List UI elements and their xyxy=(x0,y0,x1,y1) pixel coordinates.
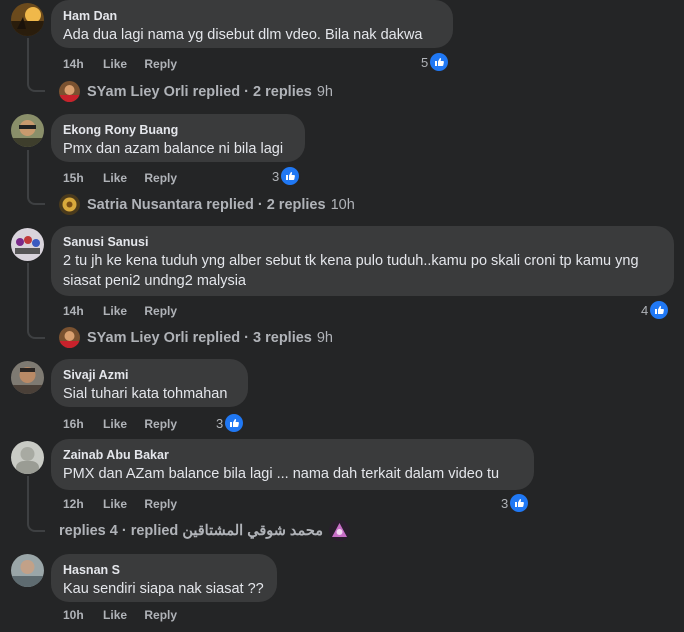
comment-author[interactable]: Sanusi Sanusi xyxy=(63,234,662,250)
comment-text: PMX dan AZam balance bila lagi ... nama … xyxy=(63,466,500,482)
comment-actions: 15h Like Reply xyxy=(63,171,191,185)
view-replies-link[interactable]: SYam Liey Orli replied · 3 replies 9h xyxy=(59,327,333,348)
comment-actions: 14h Like Reply xyxy=(63,304,191,318)
avatar xyxy=(59,81,80,102)
avatar[interactable] xyxy=(11,441,44,474)
avatar xyxy=(59,327,80,348)
comment-actions: 16h Like Reply xyxy=(63,417,191,431)
like-button[interactable]: Like xyxy=(103,304,127,318)
comment-time[interactable]: 14h xyxy=(63,57,84,71)
comment-text: Sial tuhari kata tohmahan xyxy=(63,386,228,402)
comment-bubble: Ekong Rony Buang Pmx dan azam balance ni… xyxy=(51,114,305,162)
like-button[interactable]: Like xyxy=(103,171,127,185)
avatar[interactable] xyxy=(11,361,44,394)
avatar[interactable] xyxy=(11,228,44,261)
comment-author[interactable]: Ekong Rony Buang xyxy=(63,122,293,138)
comment-time[interactable]: 16h xyxy=(63,417,84,431)
thumbs-up-icon xyxy=(430,53,449,71)
view-replies-link[interactable]: replies 4 · replied محمد شوقي المشتاقين xyxy=(59,520,351,541)
thread-elbow xyxy=(27,327,45,339)
comment-text: Kau sendiri siapa nak siasat ?? xyxy=(63,581,264,597)
comment-time[interactable]: 12h xyxy=(63,497,84,511)
thumbs-up-icon xyxy=(281,167,300,185)
avatar[interactable] xyxy=(11,554,44,587)
reply-button[interactable]: Reply xyxy=(144,497,177,511)
comment-author[interactable]: Hasnan S xyxy=(63,562,265,578)
comment-bubble: Sanusi Sanusi 2 tu jh ke kena tuduh yng … xyxy=(51,226,674,296)
like-button[interactable]: Like xyxy=(103,608,127,622)
view-replies-link[interactable]: SYam Liey Orli replied · 2 replies 9h xyxy=(59,81,333,102)
comment-time[interactable]: 10h xyxy=(63,608,84,622)
reaction-count[interactable]: 5 xyxy=(421,53,449,71)
like-button[interactable]: Like xyxy=(103,497,127,511)
reply-button[interactable]: Reply xyxy=(144,57,177,71)
reply-button[interactable]: Reply xyxy=(144,304,177,318)
like-button[interactable]: Like xyxy=(103,57,127,71)
thread-elbow xyxy=(27,193,45,205)
view-replies-link[interactable]: Satria Nusantara replied · 2 replies 10h xyxy=(59,194,355,215)
avatar xyxy=(329,520,351,541)
reaction-count[interactable]: 3 xyxy=(501,494,529,512)
thread-line xyxy=(27,476,29,522)
thread-line xyxy=(27,38,29,82)
reply-button[interactable]: Reply xyxy=(144,171,177,185)
reply-button[interactable]: Reply xyxy=(144,417,177,431)
comment-time[interactable]: 15h xyxy=(63,171,84,185)
comment-time[interactable]: 14h xyxy=(63,304,84,318)
thread-elbow xyxy=(27,80,45,92)
comment-actions: 10h Like Reply xyxy=(63,608,191,622)
comment-text: Pmx dan azam balance ni bila lagi xyxy=(63,141,284,157)
reaction-count[interactable]: 4 xyxy=(641,301,669,319)
comment-text: 2 tu jh ke kena tuduh yng alber sebut tk… xyxy=(63,253,639,289)
reaction-count[interactable]: 3 xyxy=(272,167,300,185)
comment-actions: 14h Like Reply xyxy=(63,57,191,71)
comment-author[interactable]: Zainab Abu Bakar xyxy=(63,447,522,463)
thread-line xyxy=(27,263,29,329)
comment-text: Ada dua lagi nama yg disebut dlm vdeo. B… xyxy=(63,27,423,43)
comment-author[interactable]: Ham Dan xyxy=(63,8,441,24)
avatar[interactable] xyxy=(11,114,44,147)
thread-line xyxy=(27,150,29,195)
comment-author[interactable]: Sivaji Azmi xyxy=(63,367,236,383)
comment-bubble: Sivaji Azmi Sial tuhari kata tohmahan xyxy=(51,359,248,407)
comment-bubble: Zainab Abu Bakar PMX dan AZam balance bi… xyxy=(51,439,534,490)
avatar[interactable] xyxy=(11,3,44,36)
like-button[interactable]: Like xyxy=(103,417,127,431)
thread-elbow xyxy=(27,520,45,532)
thumbs-up-icon xyxy=(650,301,669,319)
comment-thread: Ham Dan Ada dua lagi nama yg disebut dlm… xyxy=(0,0,684,632)
thumbs-up-icon xyxy=(510,494,529,512)
comment-bubble: Ham Dan Ada dua lagi nama yg disebut dlm… xyxy=(51,0,453,48)
avatar xyxy=(59,194,80,215)
reply-button[interactable]: Reply xyxy=(144,608,177,622)
comment-bubble: Hasnan S Kau sendiri siapa nak siasat ?? xyxy=(51,554,277,602)
reaction-count[interactable]: 3 xyxy=(216,414,244,432)
comment-actions: 12h Like Reply xyxy=(63,497,191,511)
thumbs-up-icon xyxy=(225,414,244,432)
